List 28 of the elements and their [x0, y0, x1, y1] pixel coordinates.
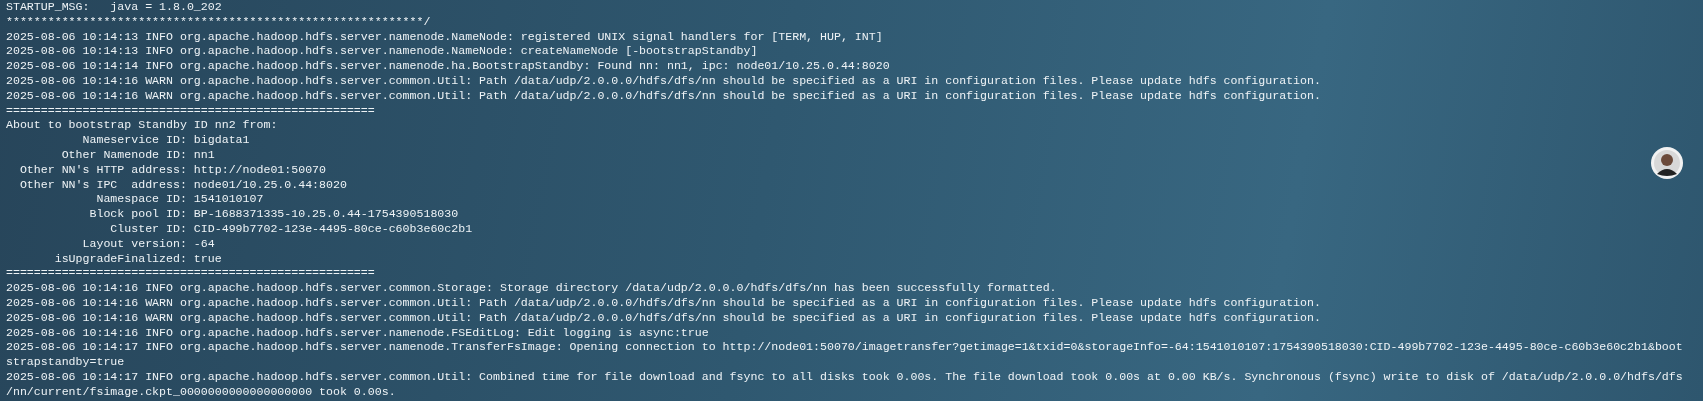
log-line: STARTUP_MSG: java = 1.8.0_202: [6, 0, 222, 15]
log-line: Other NN's IPC address: node01/10.25.0.44:8020: [18, 177, 347, 193]
log-line: Cluster ID: CID-499b7702-123e-4495-80ce-c60b3e60c2b1: [109, 221, 473, 237]
log-line: 2025-08-06 10:14:16 INFO org.apache.hadoop.hdfs.server.common.Storage: Storage directory /data/udp/2.0.0.0/hdfs/dfs/nn has been successfully formatted.: [6, 281, 1057, 296]
log-line: Nameservice ID: bigdata1: [81, 133, 250, 148]
log-line: 2025-08-06 10:14:16 INFO org.apache.hadoop.hdfs.server.namenode.FSEditLog: Edit logging is async:true: [6, 325, 709, 341]
log-line: 2025-08-06 10:14:16 WARN org.apache.hadoop.hdfs.server.common.Util: Path /data/udp/2.0.0.0/hdfs/dfs/nn should be specified as a URI in configuration files. Please update hdfs configuration.: [6, 88, 1321, 104]
log-line: 2025-08-06 10:14:14 INFO org.apache.hadoop.hdfs.server.namenode.ha.BootstrapStandby: Found nn: nn1, ipc: node01/10.25.0.44:8020: [6, 59, 890, 74]
log-line: Namespace ID: 1541010107: [95, 192, 264, 208]
log-line: 2025-08-06 10:14:13 INFO org.apache.hadoop.hdfs.server.namenode.NameNode: createNameNode [-bootstrapStandby]: [6, 44, 758, 60]
avatar-icon[interactable]: [1650, 146, 1684, 180]
log-line: =====================================================: [6, 103, 375, 119]
log-line: 2025-08-06 10:14:16 WARN org.apache.hadoop.hdfs.server.common.Util: Path /data/udp/2.0.0.0/hdfs/dfs/nn should be specified as a URI in configuration files. Please update hdfs configuration.: [6, 310, 1321, 326]
log-line: Other Namenode ID: nn1: [60, 147, 215, 163]
log-line: Block pool ID: BP-1688371335-10.25.0.44-1754390518030: [88, 207, 459, 222]
log-line: ************************************************************/: [6, 14, 431, 30]
log-line: =====================================================: [6, 266, 375, 282]
log-line: strapstandby=true: [6, 355, 125, 370]
log-line: 2025-08-06 10:14:16 WARN org.apache.hadoop.hdfs.server.common.Util: Path /data/udp/2.0.0.0/hdfs/dfs/nn should be specified as a URI in configuration files. Please update hdfs configuration.: [6, 295, 1321, 311]
log-line: Layout version: -64: [81, 236, 215, 252]
log-line: 2025-08-06 10:14:13 INFO org.apache.hadoop.hdfs.server.namenode.NameNode: registered UNIX signal handlers for [TERM, HUP, INT]: [6, 29, 883, 45]
log-line: isUpgradeFinalized: true: [53, 251, 222, 267]
log-line: Other NN's HTTP address: http://node01:50070: [18, 162, 327, 178]
log-line: 2025-08-06 10:14:17 INFO org.apache.hadoop.hdfs.server.namenode.TransferFsImage: Opening connection to http://node01:50070/imagetransfer?getimage=1&txid=0&storageInfo=-64:1541010107:1754390518030:CID-499b7702-123e-4495-80ce-c60b3e60c2b1&boot: [6, 340, 1683, 356]
log-line: About to bootstrap Standby ID nn2 from:: [6, 118, 278, 134]
log-line: 2025-08-06 10:14:17 INFO org.apache.hadoop.hdfs.server.common.Util: Combined time for file download and fsync to all disks took 0.00s. The file download took 0.00s at 0.00 KB/s. Synchronous (fsync) write to disk of /data/udp/2.0.0.0/hdfs/dfs: [6, 369, 1683, 385]
log-line: 2025-08-06 10:14:16 WARN org.apache.hadoop.hdfs.server.common.Util: Path /data/udp/2.0.0.0/hdfs/dfs/nn should be specified as a URI in configuration files. Please update hdfs configuration.: [6, 74, 1321, 89]
log-line: /nn/current/fsimage.ckpt_0000000000000000000 took 0.00s.: [6, 384, 396, 400]
